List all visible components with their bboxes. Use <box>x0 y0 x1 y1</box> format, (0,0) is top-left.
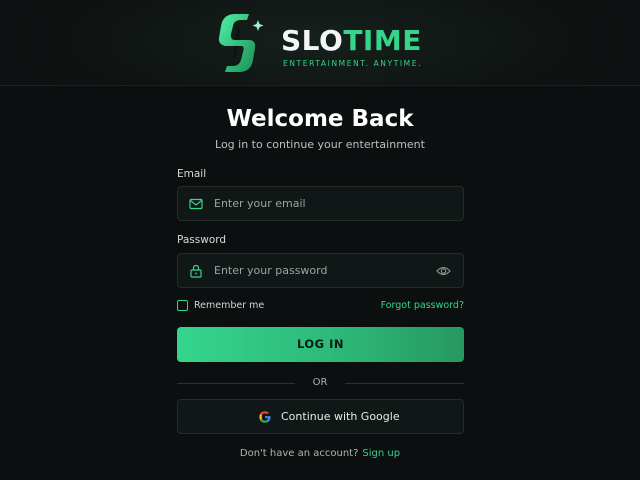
email-field[interactable]: Enter your email <box>177 186 464 221</box>
mail-icon <box>189 198 203 210</box>
email-label: Email <box>177 168 207 180</box>
lock-icon <box>190 264 202 278</box>
remember-checkbox[interactable] <box>177 300 188 311</box>
divider-left <box>177 383 295 384</box>
brand-name-part1: SLO <box>281 24 344 57</box>
email-placeholder: Enter your email <box>214 197 306 210</box>
page-subtitle: Log in to continue your entertainment <box>215 138 425 151</box>
signup-prompt: Don't have an account? <box>239 448 359 459</box>
forgot-password-link[interactable]: Forgot password? <box>381 300 464 311</box>
slotime-logo-icon <box>218 14 264 72</box>
brand-name-part2: TIME <box>343 24 422 57</box>
brand-tagline: ENTERTAINMENT. ANYTIME. <box>283 59 423 68</box>
brand-name: SLOTIME <box>281 24 422 58</box>
password-label: Password <box>177 234 227 246</box>
app-header: SLOTIME ENTERTAINMENT. ANYTIME. <box>0 0 640 86</box>
google-icon <box>259 411 271 423</box>
page-title: Welcome Back <box>226 106 414 132</box>
google-login-button[interactable]: Continue with Google <box>177 399 464 434</box>
password-field[interactable]: Enter your password <box>177 253 464 288</box>
remember-label: Remember me <box>194 300 265 311</box>
login-button[interactable]: LOG IN <box>177 327 464 362</box>
divider-or: OR <box>312 377 328 388</box>
divider-right <box>345 383 464 384</box>
signup-link[interactable]: Sign up <box>362 448 400 459</box>
password-placeholder: Enter your password <box>214 264 328 277</box>
eye-icon[interactable] <box>436 265 451 277</box>
signup-row: Don't have an account? Sign up <box>0 448 640 459</box>
google-login-label: Continue with Google <box>281 410 400 423</box>
